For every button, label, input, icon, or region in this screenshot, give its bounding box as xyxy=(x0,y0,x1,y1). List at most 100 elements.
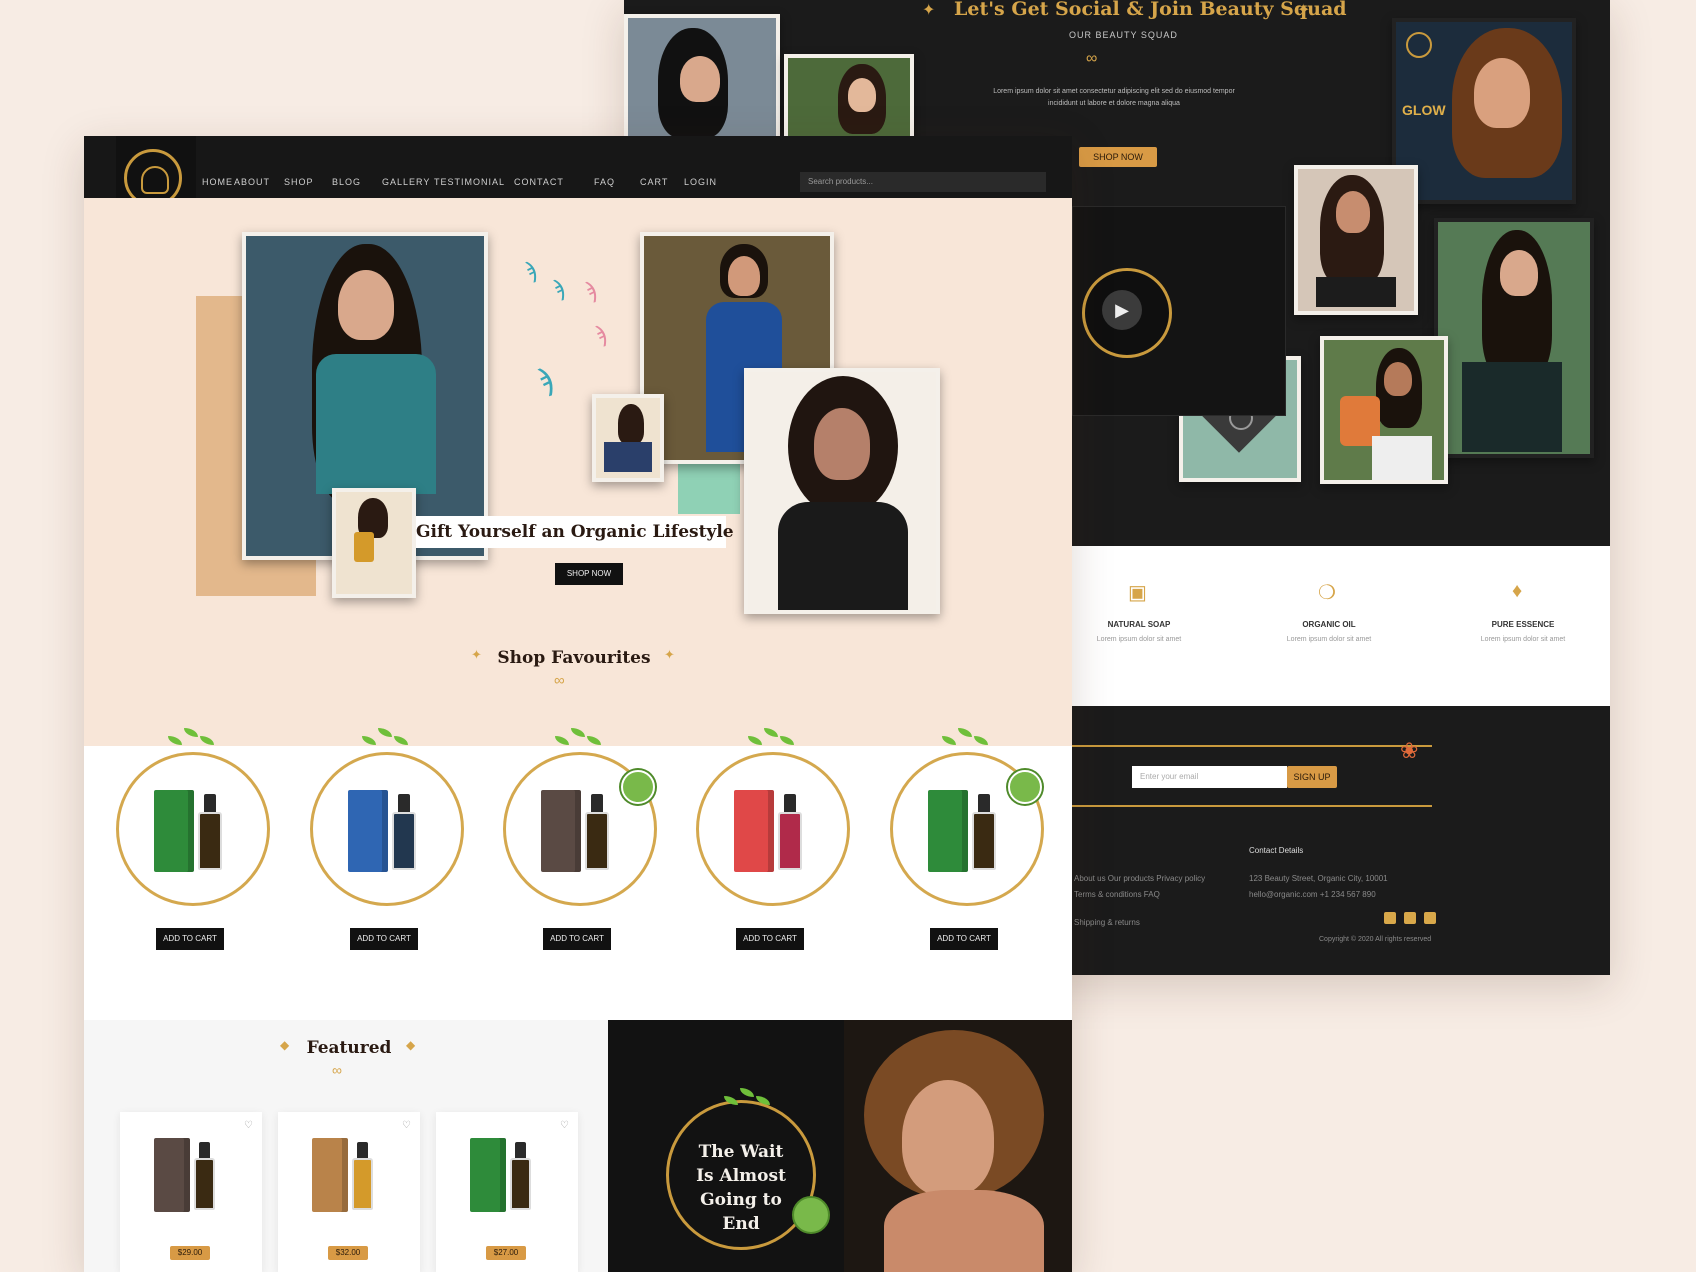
hero-title: Gift Yourself an Organic Lifestyle xyxy=(416,516,734,548)
add-to-cart-button[interactable]: ADD TO CART xyxy=(156,928,224,950)
product-price: $27.00 xyxy=(486,1246,526,1260)
bottle-cap xyxy=(398,794,410,812)
nav-item-home[interactable]: HOME xyxy=(202,177,233,187)
product-box xyxy=(541,790,581,872)
promo-model-photo xyxy=(844,1020,1072,1272)
feature-text: Lorem ipsum dolor sit amet xyxy=(1480,636,1566,643)
hero-shop-now-button[interactable]: SHOP NOW xyxy=(555,563,623,585)
add-to-cart-button[interactable]: ADD TO CART xyxy=(543,928,611,950)
light-landing-page: HOME ABOUT SHOP BLOG GALLERY TESTIMONIAL CONTA… xyxy=(84,136,1072,1272)
beauty-photo xyxy=(624,14,780,144)
flower-icon: ❀ xyxy=(1400,738,1419,763)
bottle-cap xyxy=(784,794,796,812)
bottle-cap xyxy=(199,1141,210,1158)
product-bottle xyxy=(972,812,996,870)
product-box xyxy=(470,1138,506,1212)
add-to-cart-button[interactable]: ADD TO CART xyxy=(350,928,418,950)
product-box xyxy=(154,790,194,872)
logo-icon xyxy=(1406,32,1432,58)
nav-item-gallery[interactable]: GALLERY xyxy=(382,177,430,187)
product-box xyxy=(734,790,774,872)
butterfly-icon: ϡ xyxy=(584,278,597,303)
bottle-cap xyxy=(515,1141,526,1158)
nav-item-faq[interactable]: FAQ xyxy=(594,177,615,187)
promo-text: The Wait Is Almost Going to End xyxy=(696,1142,786,1234)
search-input[interactable]: Search products... xyxy=(800,172,1046,192)
wishlist-heart-icon[interactable]: ♡ xyxy=(402,1120,411,1131)
feature-text: Lorem ipsum dolor sit amet xyxy=(1286,636,1372,643)
nav-item-shop[interactable]: SHOP xyxy=(284,177,314,187)
ornament-icon: ◆ xyxy=(406,1038,416,1052)
instagram-icon[interactable] xyxy=(1404,912,1416,924)
wishlist-heart-icon[interactable]: ♡ xyxy=(244,1120,253,1131)
nav-item-cart[interactable]: CART xyxy=(640,177,668,187)
footer-links[interactable]: Shipping & returns xyxy=(1074,918,1140,927)
copyright: Copyright © 2020 All rights reserved xyxy=(1319,936,1432,943)
product-price: $32.00 xyxy=(328,1246,368,1260)
beauty-photo xyxy=(1320,336,1448,484)
add-to-cart-button[interactable]: ADD TO CART xyxy=(736,928,804,950)
bottle-cap xyxy=(591,794,603,812)
bottle-cap xyxy=(978,794,990,812)
footer-links[interactable]: About us Our products Privacy policy xyxy=(1074,874,1205,883)
footer-contact: 123 Beauty Street, Organic City, 10001 xyxy=(1249,874,1388,883)
bottle-cap xyxy=(357,1141,368,1158)
social-subtitle: OUR BEAUTY SQUAD xyxy=(1069,30,1178,40)
youtube-icon[interactable] xyxy=(1424,912,1436,924)
nav-item-contact[interactable]: CONTACT xyxy=(514,177,564,187)
product-box xyxy=(312,1138,348,1212)
beauty-photo xyxy=(784,54,914,142)
product-bottle xyxy=(509,1157,532,1210)
organic-badge-icon xyxy=(1008,770,1042,804)
soap-icon: ▣ xyxy=(1128,582,1147,604)
butterfly-icon: ϡ xyxy=(594,322,607,347)
feature-text: Lorem ipsum dolor sit amet xyxy=(1096,636,1182,643)
play-icon[interactable]: ▶ xyxy=(1102,290,1142,330)
ornament-icon: ◆ xyxy=(280,1038,290,1052)
butterfly-icon: ϡ xyxy=(536,364,554,397)
hero-photo-small xyxy=(592,394,664,482)
product-bottle xyxy=(351,1157,374,1210)
beauty-photo xyxy=(1434,218,1594,458)
hero-photo-product xyxy=(332,488,416,598)
product-bottle xyxy=(585,812,609,870)
product-box xyxy=(154,1138,190,1212)
nav-item-blog[interactable]: BLOG xyxy=(332,177,361,187)
footer-heading: Contact Details xyxy=(1249,846,1304,855)
nav-item-testimonial[interactable]: TESTIMONIAL xyxy=(434,177,505,187)
product-bottle xyxy=(392,812,416,870)
add-to-cart-button[interactable]: ADD TO CART xyxy=(930,928,998,950)
favorites-title: Shop Favourites xyxy=(497,648,651,668)
nav-item-login[interactable]: LOGIN xyxy=(684,177,717,187)
beauty-photo: GLOW xyxy=(1392,18,1576,204)
nav-item-about[interactable]: ABOUT xyxy=(234,177,270,187)
organic-badge-icon xyxy=(792,1196,830,1234)
feature-title: NATURAL SOAP xyxy=(1107,620,1171,629)
shop-now-button[interactable]: SHOP NOW xyxy=(1079,147,1157,167)
product-price: $29.00 xyxy=(170,1246,210,1260)
divider-ornament-icon: ∞ xyxy=(1086,50,1098,67)
social-title: Let's Get Social & Join Beauty Squad xyxy=(954,0,1347,20)
newsletter-email-input[interactable]: Enter your email xyxy=(1132,766,1287,788)
leaf-icon: ❍ xyxy=(1318,582,1336,604)
drop-icon: ♦ xyxy=(1512,580,1523,602)
ornament-icon: ✦ xyxy=(471,647,482,662)
social-description: Lorem ipsum dolor sit amet consectetur a… xyxy=(993,88,1235,107)
product-box xyxy=(348,790,388,872)
butterfly-icon: ϡ xyxy=(524,258,537,283)
footer-contact: hello@organic.com +1 234 567 890 xyxy=(1249,890,1376,899)
ornament-icon: ✦ xyxy=(1297,2,1311,19)
wishlist-heart-icon[interactable]: ♡ xyxy=(560,1120,569,1131)
mint-tile xyxy=(678,464,740,514)
butterfly-icon: ϡ xyxy=(552,276,565,301)
divider-ornament-icon: ∞ xyxy=(332,1062,342,1078)
hero-photo-curly xyxy=(744,368,940,614)
footer-links[interactable]: Terms & conditions FAQ xyxy=(1074,890,1160,899)
product-box xyxy=(928,790,968,872)
divider-ornament-icon: ∞ xyxy=(554,672,565,689)
organic-badge-icon xyxy=(621,770,655,804)
newsletter-signup-button[interactable]: SIGN UP xyxy=(1287,766,1337,788)
twitter-icon[interactable] xyxy=(1384,912,1396,924)
product-bottle xyxy=(193,1157,216,1210)
beauty-photo xyxy=(1294,165,1418,315)
